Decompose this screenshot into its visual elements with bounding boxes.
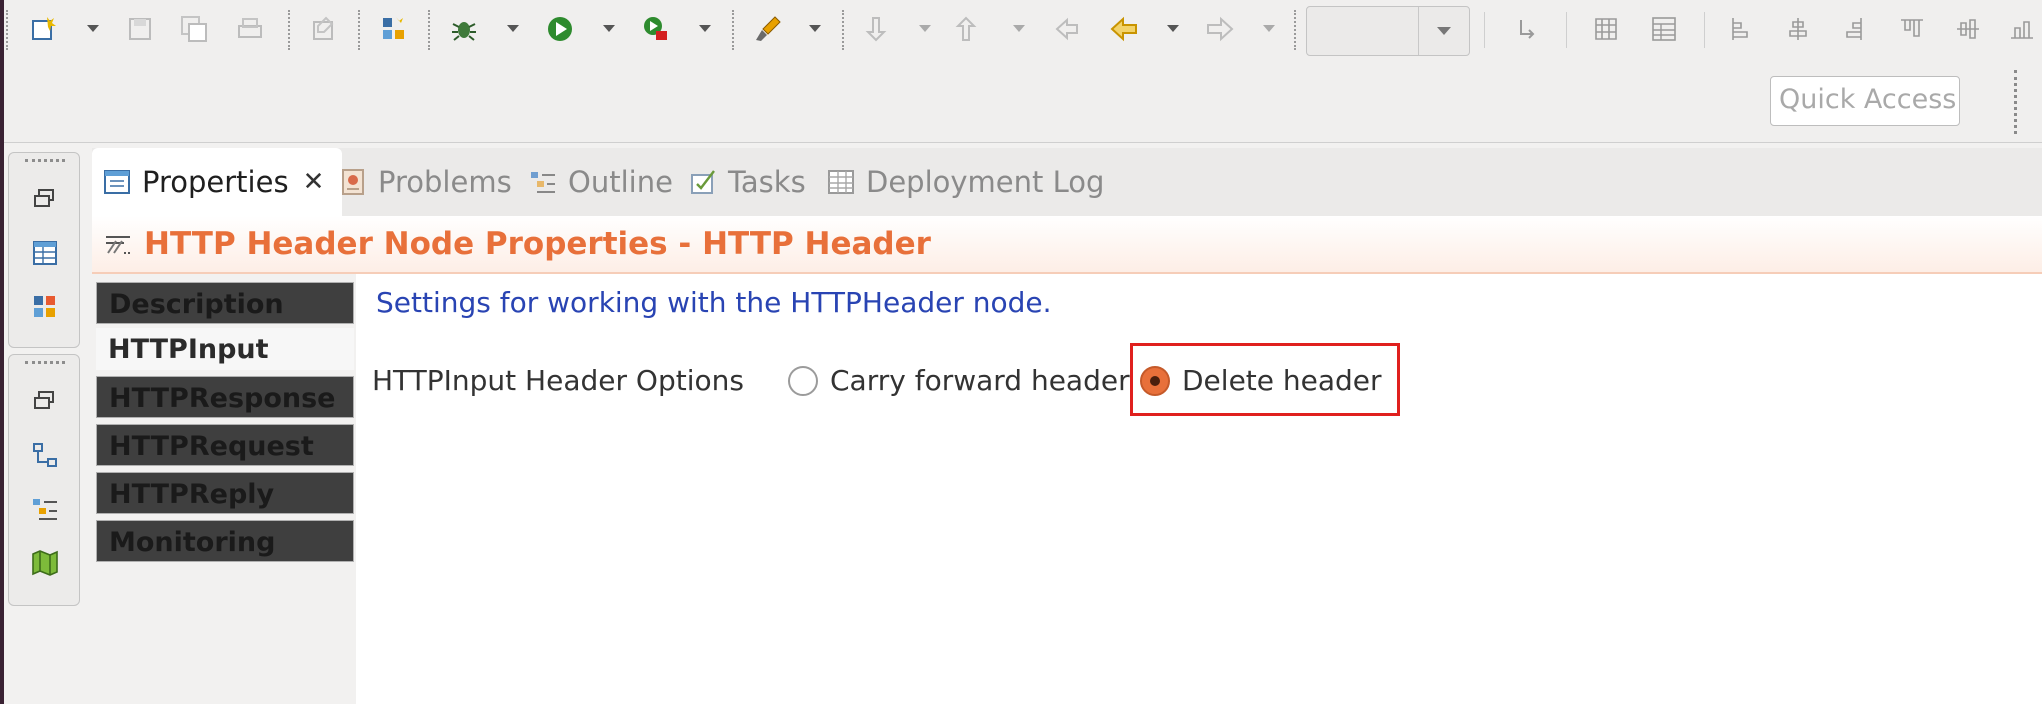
properties-title-bar: HTTP Header Node Properties - HTTP Heade…: [92, 216, 2042, 274]
align-center-icon: [1780, 11, 1816, 47]
quick-access-grip[interactable]: [2014, 70, 2017, 134]
debug-dropdown-icon[interactable]: [504, 20, 522, 38]
carry-forward-header-radio[interactable]: [788, 366, 818, 396]
side-tab-httprequest[interactable]: HTTPRequest: [96, 424, 354, 466]
delete-header-highlight: [1130, 343, 1400, 416]
toolbar-separator: [1294, 10, 1296, 50]
save-all-icon: [176, 11, 212, 47]
tab-tasks[interactable]: Tasks: [688, 148, 806, 216]
properties-view-icon: [104, 170, 130, 194]
eclipse-workbench: Quick Access Properties ✕ Problems Outli…: [0, 0, 2042, 704]
tab-label: Tasks: [728, 165, 806, 199]
run-icon[interactable]: [542, 11, 578, 47]
restore-icon[interactable]: [29, 385, 61, 417]
tab-outline[interactable]: Outline: [528, 148, 673, 216]
step-icon: [1510, 11, 1546, 47]
brush-dropdown-icon[interactable]: [806, 20, 824, 38]
new-icon[interactable]: [26, 11, 62, 47]
align-left-icon: [1724, 11, 1760, 47]
trim-stack-bottom: [8, 354, 80, 606]
side-tab-httpresponse[interactable]: HTTPResponse: [96, 376, 354, 418]
toolbar-separator: [288, 10, 290, 50]
carry-forward-header-label[interactable]: Carry forward header: [830, 364, 1130, 397]
tab-properties[interactable]: Properties ✕: [92, 148, 343, 216]
brush-icon[interactable]: [750, 11, 786, 47]
toolbar-combo[interactable]: [1306, 6, 1470, 56]
print-icon: [232, 11, 268, 47]
quick-access-input[interactable]: Quick Access: [1770, 76, 1960, 126]
grid-icon: [1588, 11, 1624, 47]
tasks-icon: [691, 170, 715, 194]
table-view-icon[interactable]: [29, 237, 61, 269]
property-tab-list: Description HTTPInput HTTPResponse HTTPR…: [92, 274, 358, 704]
http-header-node-icon: [106, 236, 130, 254]
deploy-icon[interactable]: [376, 11, 412, 47]
side-tab-httpinput[interactable]: HTTPInput: [96, 328, 354, 370]
last-edit-icon: [1050, 11, 1086, 47]
toolbar-grip[interactable]: [6, 10, 8, 50]
save-icon: [122, 11, 158, 47]
next-annotation-dropdown-icon: [916, 20, 934, 38]
page-title: HTTP Header Node Properties - HTTP Heade…: [144, 226, 931, 262]
side-tab-httpreply[interactable]: HTTPReply: [96, 472, 354, 514]
toolbar-divider: [1566, 12, 1567, 48]
outline-view-icon[interactable]: [29, 493, 61, 525]
section-description: Settings for working with the HTTPHeader…: [376, 286, 1052, 319]
toolbar-separator: [842, 10, 844, 50]
view-tab-bar: Properties ✕ Problems Outline Tasks Depl…: [92, 148, 2042, 216]
run-dropdown-icon[interactable]: [600, 20, 618, 38]
toolbar-divider: [1704, 12, 1705, 48]
outline-icon: [531, 172, 555, 193]
tab-label: Outline: [568, 165, 673, 199]
toolbar-separator: [428, 10, 430, 50]
deploy-view-icon[interactable]: [29, 291, 61, 323]
tab-label: Deployment Log: [866, 165, 1105, 199]
tab-deployment-log[interactable]: Deployment Log: [826, 148, 1104, 216]
toolbar-divider: [1484, 12, 1485, 48]
align-middle-icon: [1950, 11, 1986, 47]
quick-access-placeholder: Quick Access: [1779, 84, 1957, 115]
trim-grip[interactable]: [25, 361, 65, 364]
property-content: Settings for working with the HTTPHeader…: [356, 274, 2042, 704]
back-icon[interactable]: [1106, 11, 1142, 47]
toolbar-row-2: [4, 62, 2042, 143]
align-bottom-icon: [2004, 11, 2040, 47]
next-annotation-icon: [860, 11, 896, 47]
side-tab-description[interactable]: Description: [96, 282, 354, 324]
run-stop-dropdown-icon[interactable]: [696, 20, 714, 38]
main-toolbar: [4, 0, 2042, 62]
new-dropdown-icon[interactable]: [84, 20, 102, 38]
properties-icon: [306, 11, 342, 47]
chevron-down-icon[interactable]: [1418, 7, 1469, 55]
previous-annotation-dropdown-icon: [1010, 20, 1028, 38]
align-top-icon: [1894, 11, 1930, 47]
align-right-icon: [1834, 11, 1870, 47]
tab-label: Properties: [142, 165, 289, 199]
tab-label: Problems: [378, 165, 512, 199]
back-dropdown-icon[interactable]: [1164, 20, 1182, 38]
trim-stack-top: [8, 152, 80, 348]
forward-dropdown-icon: [1260, 20, 1278, 38]
header-options-label: HTTPInput Header Options: [372, 364, 744, 397]
properties-view: Properties ✕ Problems Outline Tasks Depl…: [92, 148, 2042, 704]
deployment-log-icon: [828, 170, 854, 194]
run-stop-icon[interactable]: [638, 11, 674, 47]
tab-problems[interactable]: Problems: [338, 148, 512, 216]
problems-icon: [342, 169, 364, 195]
debug-icon[interactable]: [446, 11, 482, 47]
map-icon[interactable]: [29, 547, 61, 579]
table-icon: [1646, 11, 1682, 47]
trim-grip[interactable]: [25, 159, 65, 162]
close-icon[interactable]: ✕: [303, 167, 325, 197]
restore-icon[interactable]: [29, 183, 61, 215]
previous-annotation-icon: [950, 11, 986, 47]
toolbar-separator: [358, 10, 360, 50]
toolbar-separator: [732, 10, 734, 50]
hierarchy-icon[interactable]: [29, 439, 61, 471]
forward-icon: [1202, 11, 1238, 47]
side-tab-monitoring[interactable]: Monitoring: [96, 520, 354, 562]
